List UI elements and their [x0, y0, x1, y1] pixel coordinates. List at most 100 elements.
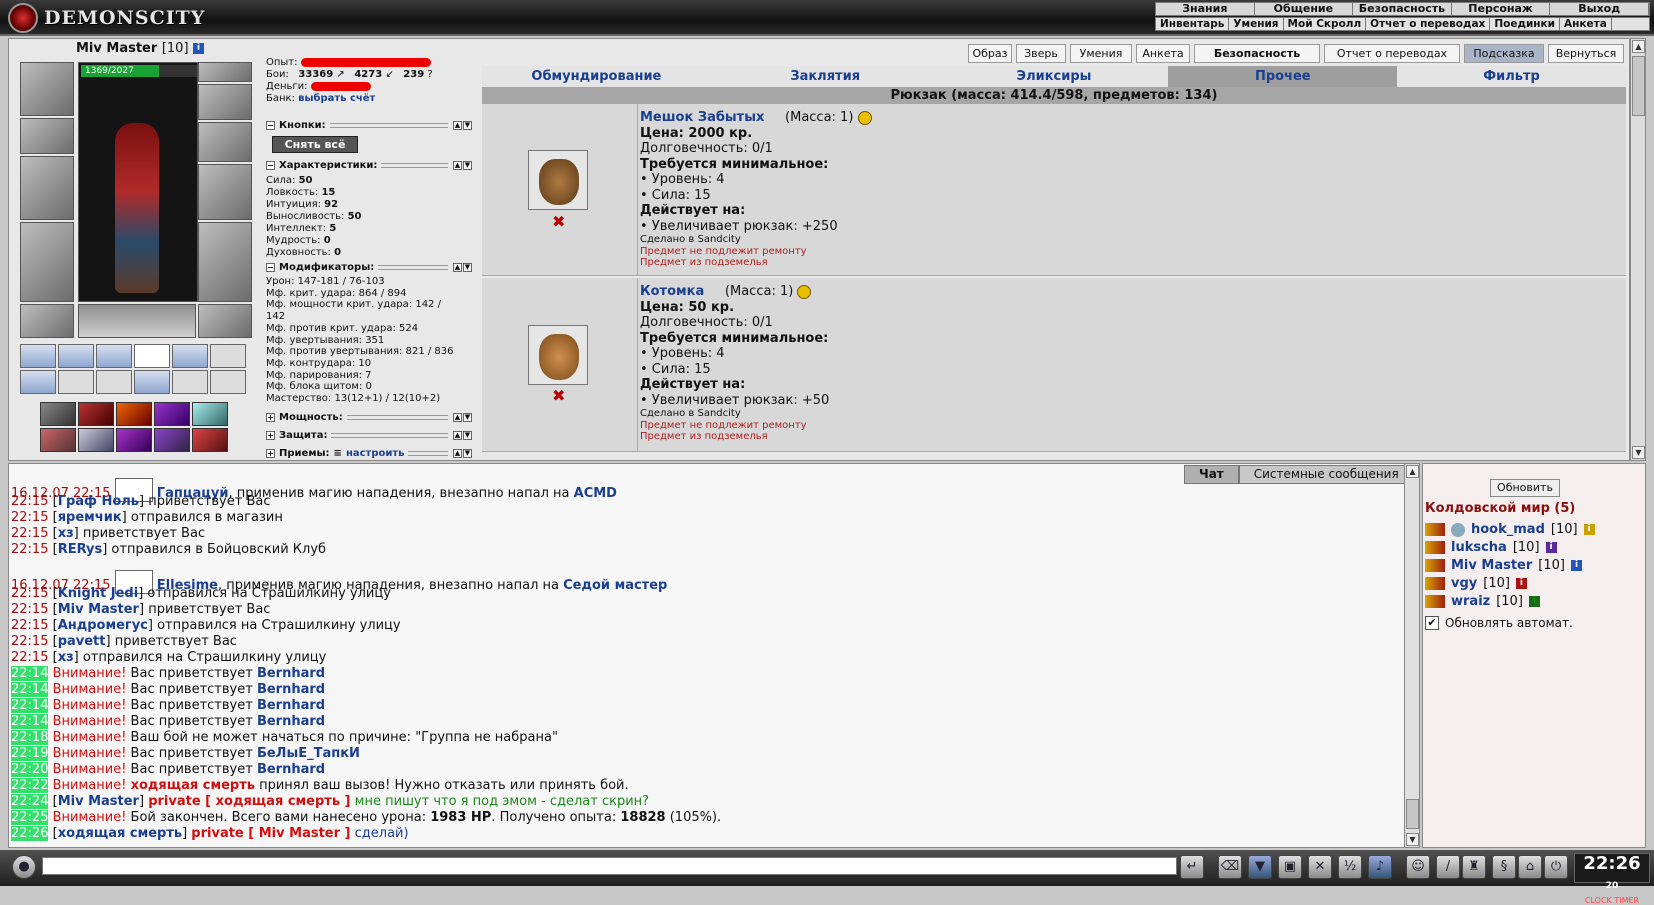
chat-nick[interactable]: хз — [58, 526, 74, 541]
chat-nick[interactable]: яремчик — [58, 510, 122, 525]
chat-nick[interactable]: хз — [58, 650, 74, 665]
chat-log[interactable]: 16.12.07 22:15 Гапцацуй, применив магию … — [8, 463, 1416, 848]
delete-icon[interactable]: ✖ — [552, 212, 565, 231]
chat-time[interactable]: 22:20 — [11, 762, 49, 777]
rune-slot[interactable] — [192, 428, 228, 452]
move-down-icon[interactable]: ▼ — [463, 448, 472, 458]
chat-nick[interactable]: Knight Jedi — [58, 586, 139, 601]
appearance-button[interactable]: Образ — [968, 44, 1012, 63]
chat-time[interactable]: 22:22 — [11, 778, 49, 793]
chat-time[interactable]: 22:15 — [11, 634, 48, 649]
profile-button[interactable]: Анкета — [1136, 44, 1190, 63]
app-logo[interactable]: DEMONSCITY — [8, 3, 208, 33]
private-message-icon[interactable] — [1425, 559, 1445, 572]
submenu-profile[interactable]: Анкета — [1560, 18, 1612, 30]
chat-time[interactable]: 22:15 — [11, 602, 48, 617]
scroll-slot[interactable] — [20, 370, 56, 394]
submenu-my-scroll[interactable]: Мой Скролл — [1284, 18, 1367, 30]
scroll-slot[interactable] — [96, 370, 132, 394]
scroll-icon[interactable]: § — [1492, 855, 1516, 879]
submenu-transfer-report[interactable]: Отчет о переводах — [1366, 18, 1491, 30]
belt-slot[interactable] — [20, 304, 74, 338]
scroll-slot[interactable] — [172, 370, 208, 394]
scroll-slot[interactable] — [20, 344, 56, 368]
chat-nick[interactable]: ходящая смерть — [131, 778, 255, 793]
chat-nick[interactable]: Андромегус — [58, 618, 148, 633]
menu-communication[interactable]: Общение — [1255, 3, 1354, 15]
chat-nick[interactable]: Bernhard — [257, 698, 325, 713]
chat-time[interactable]: 22:18 — [11, 730, 49, 745]
chat-scrollbar[interactable]: ▲ ▼ — [1404, 463, 1420, 848]
submenu-inventory[interactable]: Инвентарь — [1156, 18, 1230, 30]
rune-slot[interactable] — [78, 428, 114, 452]
collapse-icon[interactable]: − — [266, 160, 275, 170]
chat-time[interactable]: 22:15 — [11, 586, 48, 601]
armor-slot[interactable] — [20, 222, 74, 302]
rune-slot[interactable] — [116, 402, 152, 426]
auto-update-checkbox[interactable]: ✔ — [1425, 616, 1439, 630]
earrings-slot[interactable] — [198, 62, 252, 82]
player-name[interactable]: hook_mad — [1471, 522, 1545, 537]
music-icon[interactable]: ♪ — [1368, 855, 1392, 879]
slash-icon[interactable]: / — [1436, 855, 1460, 879]
submenu-skills[interactable]: Умения — [1229, 18, 1284, 30]
scroll-slot[interactable] — [58, 370, 94, 394]
move-up-icon[interactable]: ▲ — [453, 262, 462, 272]
scroll-slot[interactable] — [58, 344, 94, 368]
scroll-slot[interactable] — [96, 344, 132, 368]
player-name[interactable]: vgy — [1451, 576, 1477, 591]
rune-slot[interactable] — [40, 428, 76, 452]
private-message-icon[interactable] — [1425, 523, 1445, 536]
transfer-report-button[interactable]: Отчет о переводах — [1324, 44, 1460, 63]
scroll-down-icon[interactable]: ▼ — [1406, 833, 1419, 846]
chat-nick[interactable]: Bernhard — [257, 714, 325, 729]
rune-slot[interactable] — [116, 428, 152, 452]
item-name[interactable]: Котомка — [640, 284, 704, 299]
section-power[interactable]: + Мощность: ▲ ▼ — [266, 411, 472, 423]
move-down-icon[interactable]: ▼ — [463, 160, 472, 170]
player-name[interactable]: lukscha — [1451, 540, 1507, 555]
chat-nick[interactable]: БеЛыЕ_ТапкИ — [257, 746, 360, 761]
chat-nick[interactable]: Miv Master — [58, 602, 139, 617]
eraser-icon[interactable]: ⌫ — [1218, 855, 1242, 879]
chat-nick[interactable]: Bernhard — [257, 682, 325, 697]
scroll-slot[interactable] — [210, 370, 246, 394]
send-icon[interactable]: ↵ — [1180, 855, 1204, 879]
techniques-configure-link[interactable]: настроить — [346, 448, 405, 459]
hint-button[interactable]: Подсказка — [1464, 44, 1544, 63]
info-icon[interactable]: i — [1570, 560, 1582, 571]
info-icon[interactable]: i — [193, 43, 205, 54]
chat-time[interactable]: 22:26 — [11, 826, 49, 841]
chat-input[interactable] — [42, 857, 1177, 875]
chat-time[interactable]: 22:19 — [11, 746, 49, 761]
fight-icon[interactable]: ✕ — [1308, 855, 1332, 879]
bank-select-link[interactable]: выбрать счёт — [298, 93, 375, 104]
info-icon[interactable]: i — [1583, 524, 1595, 535]
chat-nick[interactable]: ACMD — [574, 486, 617, 501]
tab-chat[interactable]: Чат — [1184, 465, 1239, 484]
chat-nick[interactable]: RERys — [58, 542, 103, 557]
item-name[interactable]: Мешок Забытых — [640, 110, 764, 125]
pet-button[interactable]: Зверь — [1016, 44, 1066, 63]
tab-equipment[interactable]: Обмундирование — [482, 66, 711, 87]
scroll-slot[interactable] — [172, 344, 208, 368]
offhand-slot[interactable] — [198, 164, 252, 220]
rune-slot[interactable] — [192, 402, 228, 426]
section-modifiers[interactable]: − Модификаторы: ▲ ▼ — [266, 261, 472, 273]
chat-private-tag[interactable]: private [ Miv Master ] — [191, 826, 350, 841]
helmet-slot[interactable] — [20, 62, 74, 116]
menu-security[interactable]: Безопасность — [1353, 3, 1452, 15]
collapse-icon[interactable]: − — [266, 120, 275, 130]
tab-elixirs[interactable]: Эликсиры — [940, 66, 1169, 87]
filter-icon[interactable]: ▼ — [1248, 855, 1272, 879]
boots-slot[interactable] — [198, 304, 252, 338]
chat-time[interactable]: 22:15 — [11, 526, 48, 541]
chat-time[interactable]: 22:24 — [11, 794, 49, 809]
chat-private-tag[interactable]: private [ ходящая смерть ] — [148, 794, 350, 809]
save-icon[interactable]: ▣ — [1278, 855, 1302, 879]
scroll-thumb[interactable] — [1632, 56, 1645, 116]
expand-icon[interactable]: + — [266, 412, 275, 422]
scroll-down-icon[interactable]: ▼ — [1632, 446, 1645, 459]
bracers-slot[interactable] — [20, 118, 74, 154]
info-icon[interactable]: i — [1545, 542, 1557, 553]
